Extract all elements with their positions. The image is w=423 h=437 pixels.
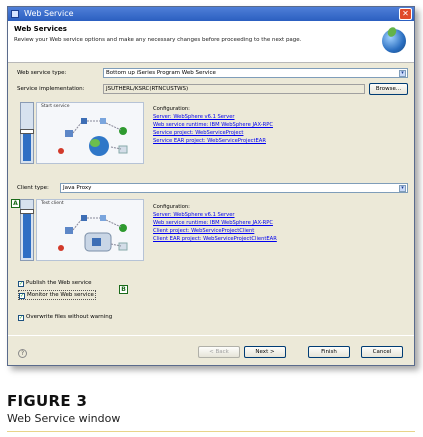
service-impl-value: JSUTHERL/KSRC(RTNCUSTWS) [106,86,189,92]
browse-button[interactable]: Browse... [369,83,408,95]
caption-rule [7,431,415,432]
client-slider-thumb[interactable] [20,209,34,214]
client-slider-caption: Test client [41,201,64,206]
footer-divider [8,335,414,336]
client-diagram: Test client [36,199,144,261]
client-level-slider[interactable] [20,199,34,261]
client-type-value: Java Proxy [63,185,92,191]
wizard-header: Web Services Review your Web service opt… [8,21,414,63]
service-impl-field[interactable]: JSUTHERL/KSRC(RTNCUSTWS) [103,84,365,94]
service-diagram-graphic [58,118,128,156]
publish-checkbox[interactable]: ✓ Publish the Web service [18,279,92,287]
client-ear-project-link[interactable]: Client EAR project: WebServiceProjectCli… [153,235,277,243]
web-service-dialog: Web Service ✕ Web Services Review your W… [7,6,415,366]
service-type-label: Web service type: [17,70,67,76]
service-config: Configuration: Server: WebSphere v6.1 Se… [153,105,273,145]
close-icon[interactable]: ✕ [399,8,412,20]
service-ear-project-link[interactable]: Service EAR project: WebServiceProjectEA… [153,137,273,145]
chevron-down-icon[interactable]: ▾ [399,70,406,77]
check-icon: ✓ [18,315,24,321]
cancel-button[interactable]: Cancel [361,346,403,358]
help-icon[interactable]: ? [18,349,27,358]
client-server-link[interactable]: Server: WebSphere v6.1 Server [153,211,277,219]
chevron-down-icon[interactable]: ▾ [399,185,406,192]
service-impl-label: Service implementation: [17,86,85,92]
service-diagram: Start service [36,102,144,164]
service-config-heading: Configuration: [153,106,190,112]
service-slider-thumb[interactable] [20,129,34,134]
publish-label: Publish the Web service [26,280,92,286]
figure-label: FIGURE 3 [7,392,88,410]
window-title: Web Service [24,9,74,18]
back-button[interactable]: < Back [198,346,240,358]
page-subtitle: Review your Web service options and make… [14,37,302,43]
marker-b: B [119,285,128,294]
client-runtime-link[interactable]: Web service runtime: IBM WebSphere JAX-R… [153,219,277,227]
service-project-link[interactable]: Service project: WebServiceProject [153,129,273,137]
service-level-slider[interactable] [20,102,34,164]
service-type-value: Bottom up iSeries Program Web Service [106,70,216,76]
client-type-combo[interactable]: Java Proxy ▾ [60,183,408,193]
page-title: Web Services [14,25,67,33]
client-project-link[interactable]: Client project: WebServiceProjectClient [153,227,277,235]
overwrite-checkbox[interactable]: ✓ Overwrite files without warning [18,313,112,321]
client-slider-fill [23,209,31,258]
figure-caption: Web Service window [7,412,121,425]
client-config-heading: Configuration: [153,204,190,210]
app-icon [11,10,19,18]
service-type-combo[interactable]: Bottom up iSeries Program Web Service ▾ [103,68,408,78]
finish-button[interactable]: Finish [308,346,350,358]
monitor-label: Monitor the Web service [27,292,94,298]
service-slider-caption: Start service [41,104,70,109]
overwrite-label: Overwrite files without warning [26,314,113,320]
client-diagram-graphic [58,215,128,252]
web-service-globe-icon [382,29,406,53]
service-runtime-link[interactable]: Web service runtime: IBM WebSphere JAX-R… [153,121,273,129]
client-type-label: Client type: [17,185,49,191]
monitor-checkbox[interactable]: ✓ Monitor the Web service [18,290,96,300]
marker-a: A [11,199,20,208]
client-config: Configuration: Server: WebSphere v6.1 Se… [153,203,277,243]
service-server-link[interactable]: Server: WebSphere v6.1 Server [153,113,273,121]
title-bar: Web Service ✕ [8,7,414,21]
check-icon: ✓ [18,281,24,287]
next-button[interactable]: Next > [244,346,286,358]
check-icon: ✓ [19,293,25,299]
